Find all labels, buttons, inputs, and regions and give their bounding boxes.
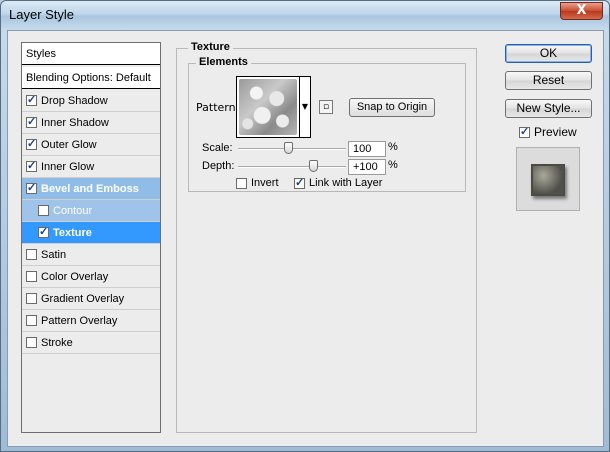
texture-group-title: Texture: [188, 41, 233, 53]
drop-shadow-checkbox[interactable]: [26, 93, 37, 106]
texture-checkbox[interactable]: [38, 225, 49, 238]
preview-label: Preview: [534, 125, 577, 139]
gradient-overlay-checkbox[interactable]: [26, 293, 37, 304]
window-title: Layer Style: [9, 7, 75, 22]
dialog-body: Styles Blending Options: Default Drop Sh…: [7, 30, 604, 447]
pattern-dropdown-arrow-icon[interactable]: ▼: [299, 76, 311, 138]
style-item-label: Inner Shadow: [41, 116, 109, 129]
inner-glow-checkbox[interactable]: [26, 159, 37, 172]
inner-shadow-checkbox[interactable]: [26, 115, 37, 128]
stroke-checkbox[interactable]: [26, 337, 37, 348]
satin-checkbox[interactable]: [26, 249, 37, 260]
snap-to-origin-button[interactable]: Snap to Origin: [349, 98, 435, 117]
style-item-drop-shadow[interactable]: Drop Shadow: [22, 90, 160, 112]
style-item-inner-shadow[interactable]: Inner Shadow: [22, 112, 160, 134]
style-item-label: Color Overlay: [41, 270, 109, 283]
depth-unit: %: [388, 159, 398, 171]
depth-label: Depth:: [202, 160, 235, 172]
pattern-label: Pattern:: [196, 101, 240, 114]
style-item-label: Contour: [53, 204, 93, 217]
style-item-label: Texture: [53, 226, 92, 239]
elements-group-title: Elements: [196, 56, 251, 68]
new-preset-icon[interactable]: ▫: [319, 100, 333, 114]
style-item-color-overlay[interactable]: Color Overlay: [22, 266, 160, 288]
invert-option[interactable]: Invert: [236, 177, 279, 189]
snap-to-origin-label: Snap to Origin: [356, 101, 428, 113]
color-overlay-checkbox[interactable]: [26, 271, 37, 282]
layer-style-window: Layer Style X Styles Blending Options: D…: [0, 0, 610, 452]
style-item-label: Satin: [41, 248, 67, 261]
depth-slider[interactable]: [238, 160, 346, 172]
title-bar[interactable]: Layer Style X: [1, 1, 609, 29]
style-item-label: Inner Glow: [41, 160, 95, 173]
pattern-swatch-image: [239, 79, 297, 135]
outer-glow-checkbox[interactable]: [26, 137, 37, 150]
style-item-label: Outer Glow: [41, 138, 97, 151]
style-item-texture[interactable]: Texture: [22, 222, 160, 244]
scale-input[interactable]: 100: [348, 141, 386, 157]
depth-input[interactable]: +100: [348, 159, 386, 175]
elements-group: [188, 63, 466, 192]
blending-options-item[interactable]: Blending Options: Default: [22, 67, 160, 89]
preview-swatch: [531, 164, 565, 196]
bevel-and-emboss-checkbox[interactable]: [26, 181, 37, 194]
preview-option[interactable]: Preview: [519, 125, 577, 139]
styles-list: Styles Blending Options: Default Drop Sh…: [21, 42, 161, 433]
depth-slider-thumb[interactable]: [309, 160, 318, 172]
link-with-layer-option[interactable]: Link with Layer: [294, 176, 383, 189]
scale-label: Scale:: [202, 142, 233, 154]
scale-slider-thumb[interactable]: [284, 142, 293, 154]
link-with-layer-label: Link with Layer: [309, 177, 383, 189]
contour-checkbox[interactable]: [38, 205, 49, 216]
style-item-label: Stroke: [41, 336, 73, 349]
reset-button[interactable]: Reset: [505, 71, 592, 90]
style-item-stroke[interactable]: Stroke: [22, 332, 160, 354]
link-with-layer-checkbox[interactable]: [294, 176, 305, 189]
preview-checkbox[interactable]: [519, 125, 530, 138]
style-item-outer-glow[interactable]: Outer Glow: [22, 134, 160, 156]
scale-unit: %: [388, 141, 398, 153]
style-item-gradient-overlay[interactable]: Gradient Overlay: [22, 288, 160, 310]
style-item-label: Pattern Overlay: [41, 314, 118, 327]
invert-checkbox[interactable]: [236, 177, 247, 189]
invert-label: Invert: [251, 177, 279, 189]
style-item-satin[interactable]: Satin: [22, 244, 160, 266]
style-item-inner-glow[interactable]: Inner Glow: [22, 156, 160, 178]
style-item-pattern-overlay[interactable]: Pattern Overlay: [22, 310, 160, 332]
ok-button[interactable]: OK: [505, 44, 592, 63]
close-button[interactable]: X: [560, 2, 603, 20]
new-style-button[interactable]: New Style...: [505, 99, 592, 118]
style-item-label: Drop Shadow: [41, 94, 108, 107]
scale-slider[interactable]: [238, 142, 346, 154]
pattern-overlay-checkbox[interactable]: [26, 315, 37, 326]
style-item-label: Bevel and Emboss: [41, 182, 139, 195]
style-preview-thumbnail: [516, 147, 580, 211]
style-item-label: Gradient Overlay: [41, 292, 125, 305]
style-item-bevel-and-emboss[interactable]: Bevel and Emboss: [22, 178, 160, 200]
style-item-contour[interactable]: Contour: [22, 200, 160, 222]
styles-header[interactable]: Styles: [22, 43, 160, 65]
